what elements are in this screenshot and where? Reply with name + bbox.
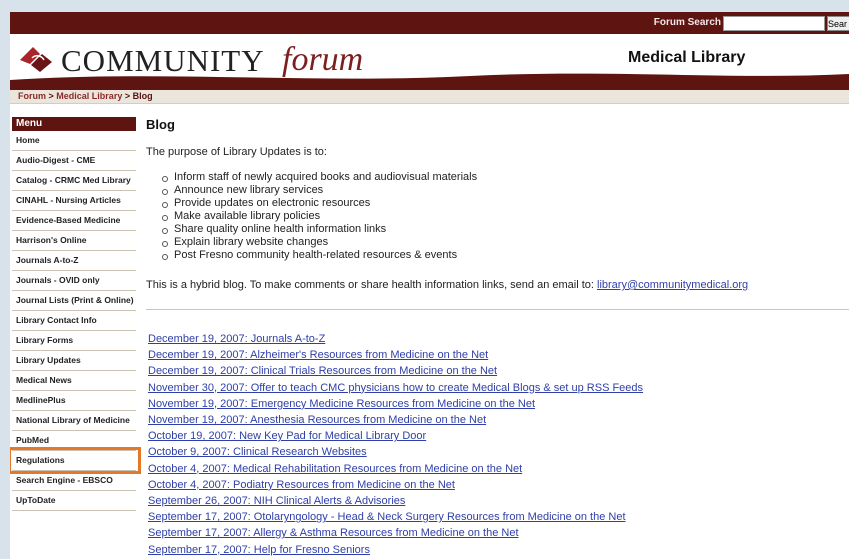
breadcrumb-current: Blog — [132, 91, 153, 101]
list-item: Post Fresno community health-related res… — [160, 249, 477, 262]
post-item: November 19, 2007: Emergency Medicine Re… — [148, 396, 643, 412]
sidebar-item-medical-news[interactable]: Medical News — [12, 371, 136, 391]
post-link[interactable]: December 19, 2007: Alzheimer's Resources… — [148, 349, 488, 361]
logo-community-text: COMMUNITY — [61, 43, 265, 78]
sidebar-item-home[interactable]: Home — [12, 131, 136, 151]
page-title: Blog — [146, 117, 175, 132]
top-bar: Forum Search Sear — [10, 12, 849, 34]
sidebar-item-uptodate[interactable]: UpToDate — [12, 491, 136, 511]
sidebar-menu: Menu Home Audio-Digest - CME Catalog - C… — [10, 117, 141, 511]
sidebar-item-catalog[interactable]: Catalog - CRMC Med Library — [12, 171, 136, 191]
intro-text: The purpose of Library Updates is to: — [146, 146, 327, 158]
page-section-title: Medical Library — [628, 49, 746, 66]
post-link[interactable]: December 19, 2007: Clinical Trials Resou… — [148, 365, 497, 377]
post-link[interactable]: September 26, 2007: NIH Clinical Alerts … — [148, 495, 405, 507]
post-link[interactable]: October 9, 2007: Clinical Research Websi… — [148, 446, 367, 458]
post-link[interactable]: November 19, 2007: Emergency Medicine Re… — [148, 398, 535, 410]
list-item: Announce new library services — [160, 184, 477, 197]
post-item: November 19, 2007: Anesthesia Resources … — [148, 412, 643, 428]
post-link[interactable]: October 4, 2007: Podiatry Resources from… — [148, 479, 455, 491]
email-link[interactable]: library@communitymedical.org — [597, 279, 748, 291]
site-header: COMMUNITY forum Medical Library — [10, 34, 849, 90]
sidebar-item-audio-digest[interactable]: Audio-Digest - CME — [12, 151, 136, 171]
post-link[interactable]: September 17, 2007: Otolaryngology - Hea… — [148, 511, 626, 523]
post-item: December 19, 2007: Alzheimer's Resources… — [148, 347, 643, 363]
search-button[interactable]: Sear — [827, 16, 849, 31]
post-item: December 19, 2007: Clinical Trials Resou… — [148, 363, 643, 379]
breadcrumb-separator: > — [48, 91, 54, 101]
hybrid-text: This is a hybrid blog. To make comments … — [146, 279, 598, 291]
logo-forum-text: forum — [282, 41, 364, 78]
post-item: September 26, 2007: NIH Clinical Alerts … — [148, 493, 643, 509]
sidebar-item-medlineplus[interactable]: MedlinePlus — [12, 391, 136, 411]
post-link[interactable]: September 17, 2007: Help for Fresno Seni… — [148, 544, 370, 556]
sidebar-item-harrisons-online[interactable]: Harrison's Online — [12, 231, 136, 251]
active-item-highlight — [10, 447, 141, 474]
post-list: December 19, 2007: Journals A-to-Z Decem… — [148, 331, 643, 558]
sidebar-item-library-updates[interactable]: Library Updates — [12, 351, 136, 371]
post-item: September 17, 2007: Otolaryngology - Hea… — [148, 509, 643, 525]
sidebar-item-evidence-based-medicine[interactable]: Evidence-Based Medicine — [12, 211, 136, 231]
breadcrumb-medical-library[interactable]: Medical Library — [56, 91, 122, 101]
post-link[interactable]: November 19, 2007: Anesthesia Resources … — [148, 414, 486, 426]
post-link[interactable]: October 4, 2007: Medical Rehabilitation … — [148, 463, 522, 475]
post-item: October 19, 2007: New Key Pad for Medica… — [148, 428, 643, 444]
purpose-list: Inform staff of newly acquired books and… — [160, 171, 477, 262]
forum-search-input[interactable] — [723, 16, 825, 31]
post-item: September 17, 2007: Help for Fresno Seni… — [148, 542, 643, 558]
post-item: September 17, 2007: Allergy & Asthma Res… — [148, 525, 643, 541]
sidebar-item-search-engine-ebsco[interactable]: Search Engine - EBSCO — [12, 471, 136, 491]
sidebar-item-nlm[interactable]: National Library of Medicine — [12, 411, 136, 431]
community-logo-icon — [20, 47, 52, 72]
breadcrumb-separator: > — [124, 91, 131, 101]
browser-page: Forum Search Sear COMMUNITY forum Medica… — [10, 12, 849, 559]
sidebar-item-journal-lists[interactable]: Journal Lists (Print & Online) — [12, 291, 136, 311]
post-item: November 30, 2007: Offer to teach CMC ph… — [148, 380, 643, 396]
sidebar-item-journals-a-to-z[interactable]: Journals A-to-Z — [12, 251, 136, 271]
list-item: Share quality online health information … — [160, 223, 477, 236]
sidebar-item-library-contact[interactable]: Library Contact Info — [12, 311, 136, 331]
post-item: October 9, 2007: Clinical Research Websi… — [148, 444, 643, 460]
sidebar-item-cinahl[interactable]: CINAHL - Nursing Articles — [12, 191, 136, 211]
menu-heading: Menu — [12, 117, 136, 131]
post-link[interactable]: December 19, 2007: Journals A-to-Z — [148, 333, 325, 345]
post-link[interactable]: November 30, 2007: Offer to teach CMC ph… — [148, 382, 643, 394]
list-item: Explain library website changes — [160, 236, 477, 249]
list-item: Make available library policies — [160, 210, 477, 223]
breadcrumb: Forum > Medical Library > Blog — [10, 90, 849, 104]
hybrid-blog-note: This is a hybrid blog. To make comments … — [146, 279, 748, 291]
post-item: December 19, 2007: Journals A-to-Z — [148, 331, 643, 347]
list-item: Provide updates on electronic resources — [160, 197, 477, 210]
forum-search-label: Forum Search — [653, 17, 721, 28]
sidebar-item-library-forms[interactable]: Library Forms — [12, 331, 136, 351]
post-item: October 4, 2007: Podiatry Resources from… — [148, 477, 643, 493]
post-link[interactable]: September 17, 2007: Allergy & Asthma Res… — [148, 527, 519, 539]
post-link[interactable]: October 19, 2007: New Key Pad for Medica… — [148, 430, 426, 442]
breadcrumb-forum[interactable]: Forum — [18, 91, 46, 101]
list-item: Inform staff of newly acquired books and… — [160, 171, 477, 184]
sidebar-item-journals-ovid[interactable]: Journals - OVID only — [12, 271, 136, 291]
post-item: October 4, 2007: Medical Rehabilitation … — [148, 461, 643, 477]
divider — [146, 309, 849, 310]
